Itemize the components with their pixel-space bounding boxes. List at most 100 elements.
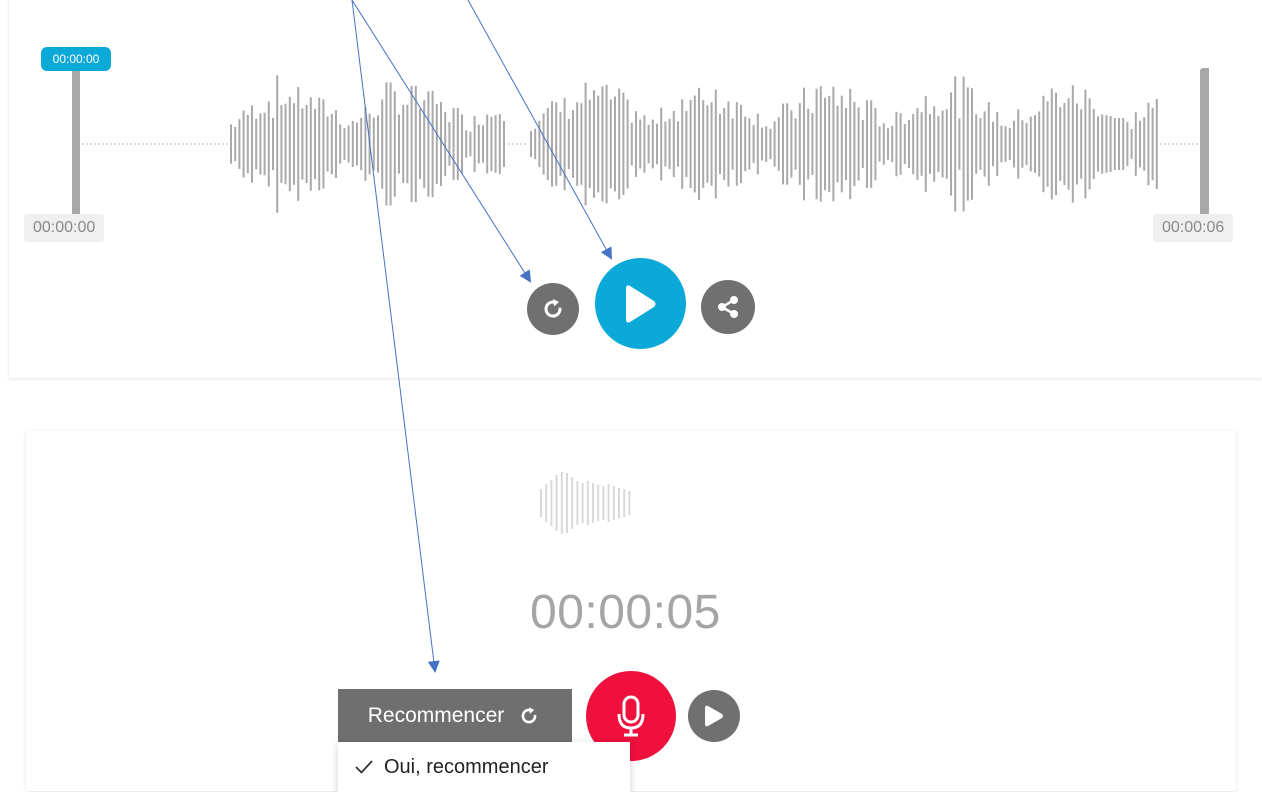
waveform-bar [622,92,625,196]
restart-button[interactable] [527,283,579,335]
playhead-handle[interactable] [72,68,80,214]
waveform-bar [882,123,885,165]
waveform-bar [284,103,287,185]
waveform-bar [551,101,553,187]
waveform-bar [992,121,994,167]
share-button[interactable] [701,280,755,334]
waveform-bar [597,95,600,193]
waveform-bar [1084,89,1087,199]
waveform-bar [1076,103,1078,185]
preview-bar [586,481,589,525]
waveform-bar [605,84,608,204]
waveform-bar [593,90,595,198]
waveform-bar [714,89,717,199]
waveform-bar [849,88,852,200]
waveform-bar [689,100,692,188]
waveform-bar [1038,111,1041,177]
waveform-bar [945,109,948,179]
waveform-bar [744,116,747,172]
waveform-bar [895,111,898,177]
waveform-bar [389,82,392,206]
waveform-bar [1055,92,1057,196]
waveform-bar [444,112,447,176]
play-button[interactable] [595,258,686,349]
waveform-bar [461,114,463,174]
waveform-bar [452,107,455,181]
waveform-bar [861,120,864,168]
waveform-bar [486,114,489,174]
waveform-bar [318,97,321,191]
preview-bar [581,483,584,523]
waveform-bar [1008,128,1011,160]
waveform-bar [301,108,304,180]
waveform-bar [503,121,505,167]
confirm-reset-menu-item[interactable]: Oui, recommencer [338,742,630,792]
waveform-bar [601,86,604,202]
waveform-bar [335,110,337,178]
preview-bar [628,491,631,515]
waveform-bar [1097,116,1099,172]
waveform-bar [406,104,409,184]
reset-button-label: Recommencer [367,703,505,727]
waveform-bar [473,116,476,172]
waveform-bar [1034,115,1036,173]
share-icon [718,296,738,318]
waveform-bar [372,117,375,171]
recording-waveform-preview [540,472,631,534]
waveform-bar [874,107,877,181]
waveform-bar [790,110,793,178]
waveform-bar [920,112,923,176]
preview-bar [560,472,563,534]
waveform-bar [769,128,772,160]
waveform-bar [368,113,371,175]
waveform-bar [773,121,776,167]
waveform-bar [891,125,894,163]
waveform-bar [664,121,667,167]
waveform-bar [546,108,549,180]
waveform-bar [530,131,532,157]
waveform-bar [448,122,451,166]
audio-waveform[interactable] [0,0,1262,240]
waveform-bar [647,124,650,164]
recording-timer: 00:00:05 [530,586,721,639]
waveform-bar [916,108,919,180]
microphone-icon [617,695,645,737]
waveform-bar [702,100,705,188]
waveform-bar [1071,85,1074,203]
waveform-bar [347,125,350,163]
waveform-bar [482,125,484,163]
waveform-bar [614,96,616,192]
waveform-bar [330,113,333,175]
waveform-bar [798,103,801,185]
waveform-bar [626,99,629,189]
waveform-bar [280,105,283,183]
waveform-bar [1113,118,1116,170]
playback-button[interactable] [688,690,740,742]
waveform-bar [288,96,291,192]
waveform-bar [465,130,468,158]
waveform-bar [305,104,308,184]
waveform-bar [398,114,400,174]
waveform-bar [866,100,868,188]
waveform-bar [618,88,621,200]
waveform-bar [1050,88,1053,200]
waveform-bar [259,113,262,175]
waveform-bar [609,99,612,189]
waveform-bar [1126,122,1129,167]
waveform-bar [1067,98,1070,190]
waveform-bar [845,108,847,181]
waveform-bar [924,96,927,192]
waveform-bar [987,102,990,186]
waveform-bar [840,95,843,193]
waveform-bar [635,111,637,177]
reset-recording-button[interactable]: Recommencer [338,689,572,742]
waveform-bar [1092,109,1095,179]
checkmark-icon [355,760,373,774]
waveform-bar [580,103,583,185]
waveform-bar [293,103,295,185]
end-marker-handle[interactable] [1200,68,1209,214]
waveform-bar [698,87,700,201]
play-icon [705,705,723,727]
waveform-bar [1118,118,1120,170]
waveform-bar [761,127,763,161]
